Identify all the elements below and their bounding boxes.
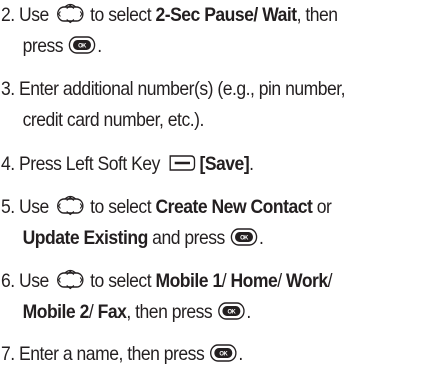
left-soft-key-icon [167,154,196,172]
navigation-key-icon [55,1,86,27]
step-6-line-1: 6. Use to select Mobile 1/ Home/ Work/ [1,266,390,297]
step-3-line-2: credit card number, etc.). [1,105,390,136]
step-number: 5. [1,196,15,218]
step-bold-text: Fax [97,301,127,323]
step-4-line-1: 4. Press Left Soft Key [Save]. [1,149,390,180]
svg-text:OK: OK [219,350,228,357]
step-text: / [221,270,227,292]
step-bold-text: Home [230,270,278,292]
step-bold-text: Create New Contact [155,196,313,218]
navigation-key-icon [55,267,86,293]
step-bold-text: [Save] [199,153,250,175]
step-text: . [259,227,264,249]
step-text: Enter additional number(s) (e.g., pin nu… [19,78,346,100]
step-number: 2. [1,4,15,26]
svg-text:OK: OK [227,308,236,315]
step-text: Use [19,196,49,218]
step-text: to select [90,4,152,26]
step-3: 3. Enter additional number(s) (e.g., pin… [1,74,390,136]
step-text: / [88,301,94,323]
step-2-line-2: press OK. [1,31,390,62]
step-2-line-1: 2. Use to select 2-Sec Pause/ Wait, then [1,0,390,31]
step-bold-text: Mobile 1 [155,270,222,292]
step-text: / [277,270,282,292]
step-bold-text: Work [286,270,328,292]
svg-text:OK: OK [240,234,249,241]
step-number: 7. [1,343,15,365]
step-text: , then [296,4,338,26]
step-6-line-2: Mobile 2/ Fax, then press OK. [1,297,390,328]
ok-key-icon: OK [68,36,96,54]
step-number: 4. [1,153,15,175]
step-text: Enter a name, then press [19,343,205,365]
step-text: Use [19,4,49,26]
step-text: or [316,196,332,218]
step-7: 7. Enter a name, then press OK. [1,339,390,370]
step-number: 3. [1,78,15,100]
step-text: , then press [126,301,213,323]
step-3-line-1: 3. Enter additional number(s) (e.g., pin… [1,74,390,105]
navigation-key-icon [55,193,86,219]
step-text: and press [152,227,225,249]
step-text: . [238,343,243,365]
step-6: 6. Use to select Mobile 1/ Home/ Work/ Mo… [1,266,390,328]
step-text: . [249,153,254,175]
step-5: 5. Use to select Create New Contact or Up… [1,192,390,254]
step-text: . [97,35,102,57]
step-bold-text: 2-Sec Pause/ Wait [155,4,297,26]
step-number: 6. [1,270,15,292]
step-5-line-1: 5. Use to select Create New Contact or [1,192,390,223]
step-bold-text: Mobile 2 [22,301,90,323]
step-bold-text: Update Existing [22,227,149,249]
step-5-line-2: Update Existing and press OK. [1,223,390,254]
ok-key-icon: OK [209,344,237,362]
step-text: Use [19,270,49,292]
step-4: 4. Press Left Soft Key [Save]. [1,149,390,180]
step-7-line-1: 7. Enter a name, then press OK. [1,339,390,370]
step-text: to select [90,196,152,218]
ok-key-icon: OK [217,302,245,320]
step-2: 2. Use to select 2-Sec Pause/ Wait, then … [1,0,390,62]
step-text: to select [90,270,152,292]
step-text: . [246,301,251,323]
svg-text:OK: OK [78,42,87,49]
step-text: Press Left Soft Key [19,153,160,175]
manual-page: 2. Use to select 2-Sec Pause/ Wait , then … [0,0,435,371]
step-text: press [22,35,64,57]
ok-key-icon: OK [230,228,257,246]
step-text: credit card number, etc.). [22,109,205,131]
step-text: / [327,270,333,292]
